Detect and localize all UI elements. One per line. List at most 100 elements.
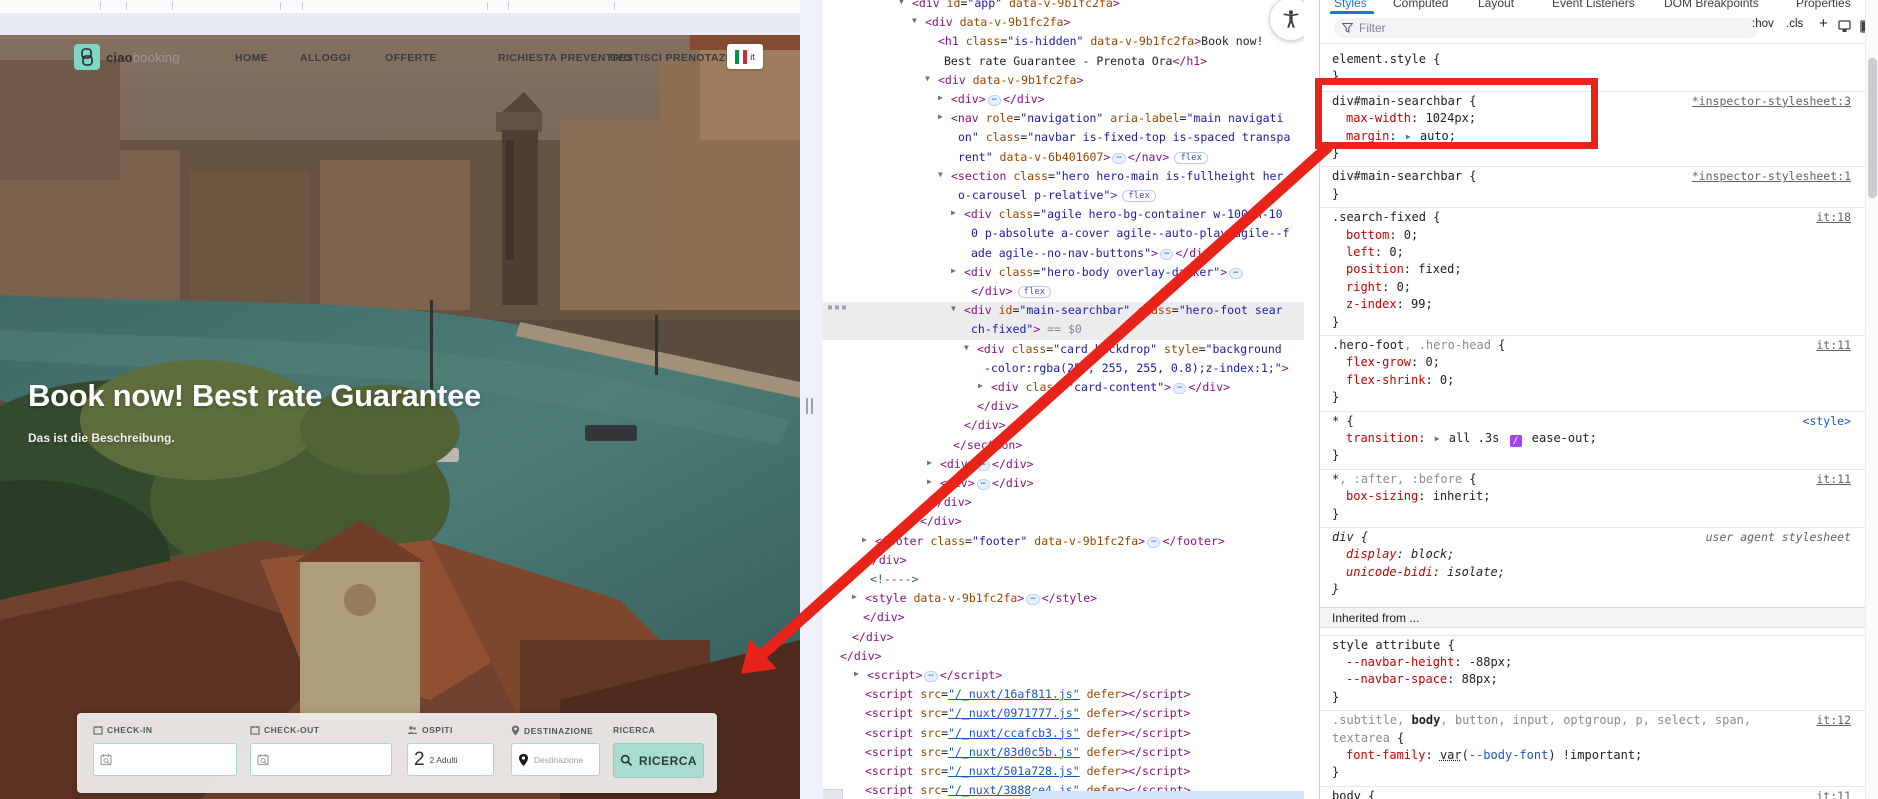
- ospiti-input[interactable]: 2 2 Adulti: [407, 743, 494, 776]
- bottom-scroll-indicator[interactable]: [1030, 791, 1304, 799]
- expand-arrow-icon[interactable]: ▶: [938, 112, 943, 121]
- dom-tree-row[interactable]: </div>: [823, 552, 1304, 571]
- checkin-input[interactable]: [93, 743, 237, 776]
- stylesheet-source-link[interactable]: it:11: [1816, 472, 1851, 486]
- css-rule[interactable]: div {display: block; unicode-bidi: isolat…: [1320, 527, 1865, 602]
- css-rule[interactable]: .subtitle, body, button, input, optgroup…: [1320, 710, 1865, 785]
- dom-tree-row[interactable]: -color:rgba(255, 255, 255, 0.8);z-index:…: [823, 360, 1304, 379]
- styles-scrollbar[interactable]: [1865, 0, 1878, 799]
- dom-tree-row[interactable]: ▶ <div> ⋯ </div>: [823, 91, 1304, 110]
- css-rule[interactable]: .search-fixed {bottom: 0; left: 0; positio…: [1320, 207, 1865, 334]
- expand-arrow-icon[interactable]: ▶: [862, 535, 867, 544]
- splitter-handle[interactable]: [806, 398, 816, 414]
- code-segment[interactable]: "/_nuxt/0971777.js": [948, 706, 1080, 720]
- code-segment[interactable]: "/_nuxt/ccafcb3.js": [948, 726, 1080, 740]
- dom-tree-row[interactable]: </section>: [823, 437, 1304, 456]
- tab-styles[interactable]: Styles: [1334, 0, 1367, 10]
- code-segment[interactable]: "/_nuxt/16af811.js": [948, 687, 1080, 701]
- collapsed-content-ellipsis[interactable]: ⋯: [1159, 248, 1174, 260]
- collapsed-content-ellipsis[interactable]: ⋯: [924, 671, 938, 682]
- page-scrollbar-strip[interactable]: [800, 0, 824, 799]
- css-rule[interactable]: * {transition: ▶ all .3s / ease-out;} <st…: [1320, 410, 1865, 468]
- selected-row-menu-dots[interactable]: ▪▪▪: [827, 302, 848, 313]
- toggle-class-button[interactable]: .cls: [1786, 18, 1803, 30]
- elements-tree-panel[interactable]: ▼ <div id="app" data-v-9b1fc2fa> ▼ <div dat…: [823, 0, 1304, 799]
- styles-filter-input[interactable]: Filter: [1334, 18, 1759, 38]
- toggle-hover-state-button[interactable]: :hov: [1752, 18, 1774, 30]
- stylesheet-source-link[interactable]: it:11: [1816, 789, 1851, 799]
- dom-tree-row[interactable]: rent" data-v-6b401607> ⋯ </nav> flex: [823, 149, 1304, 168]
- dom-tree-row[interactable]: ▪▪▪ ▼ <div id="main-searchbar" class="hero…: [823, 302, 1304, 322]
- dom-tree-row[interactable]: ▼ <div data-v-9b1fc2fa>: [823, 72, 1304, 91]
- dom-tree-row[interactable]: ▼ <div data-v-9b1fc2fa>: [823, 14, 1304, 33]
- tab-computed[interactable]: Computed: [1393, 0, 1448, 10]
- stylesheet-source-link[interactable]: <style>: [1803, 414, 1851, 428]
- rendering-emulation-icon[interactable]: [1838, 20, 1851, 33]
- expand-arrow-icon[interactable]: ▶: [854, 669, 859, 678]
- collapse-arrow-icon[interactable]: ▼: [938, 170, 943, 179]
- checkout-input[interactable]: [250, 743, 392, 776]
- expand-arrow-icon[interactable]: ▶: [852, 592, 857, 601]
- expand-arrow-icon[interactable]: ▶: [927, 458, 932, 467]
- dom-tree-row[interactable]: <script src="/_nuxt/83d0c5b.js" defer></…: [823, 744, 1304, 763]
- dom-tree-row[interactable]: ▶ <footer class="footer" data-v-9b1fc2fa>…: [823, 533, 1304, 552]
- dom-tree-row[interactable]: ▼ <div id="app" data-v-9b1fc2fa>: [823, 0, 1304, 14]
- dom-tree-row[interactable]: Best rate Guarantee - Prenota Ora</h1>: [823, 53, 1304, 72]
- stylesheet-source-link[interactable]: *inspector-stylesheet:3: [1692, 94, 1851, 108]
- destinazione-input[interactable]: Destinazione: [511, 743, 600, 776]
- collapse-arrow-icon[interactable]: ▼: [951, 304, 956, 313]
- dom-tree-row[interactable]: ▶ <script> ⋯ </script>: [823, 667, 1304, 686]
- css-rule[interactable]: .hero-foot, .hero-head {flex-grow: 0; fle…: [1320, 335, 1865, 410]
- dom-tree-row[interactable]: <script src="/_nuxt/0971777.js" defer></…: [823, 705, 1304, 724]
- css-rule[interactable]: style attribute {--navbar-height: -88px;…: [1320, 634, 1865, 710]
- expand-shorthand-arrow[interactable]: ▶: [1404, 132, 1413, 141]
- flex-badge[interactable]: flex: [1122, 190, 1156, 202]
- tab-dom-breakpoints[interactable]: DOM Breakpoints: [1664, 0, 1759, 10]
- collapsed-content-ellipsis[interactable]: ⋯: [1026, 594, 1040, 606]
- dom-tree-row[interactable]: ade agile--no-nav-buttons"> ⋯ </div>: [823, 245, 1304, 264]
- dom-tree-row[interactable]: ▶ <div class="agile hero-bg-container w-1…: [823, 206, 1304, 225]
- tab-properties[interactable]: Properties: [1796, 0, 1851, 10]
- collapsed-content-ellipsis[interactable]: ⋯: [1147, 536, 1161, 548]
- code-segment[interactable]: "/_nuxt/501a728.js": [948, 764, 1080, 778]
- css-rule[interactable]: div#main-searchbar {max-width: 1024px; ma…: [1320, 90, 1865, 166]
- dom-tree-row[interactable]: </div>: [823, 398, 1304, 417]
- ricerca-button[interactable]: RICERCA: [613, 743, 704, 778]
- tab-event-listeners[interactable]: Event Listeners: [1552, 0, 1635, 10]
- css-rule[interactable]: *, :after, :before {box-sizing: inherit;…: [1320, 468, 1865, 526]
- collapse-arrow-icon[interactable]: ▼: [899, 0, 904, 6]
- scrollbar-thumb[interactable]: [1868, 58, 1877, 198]
- new-style-rule-button[interactable]: +: [1819, 15, 1828, 32]
- collapsed-content-ellipsis[interactable]: ⋯: [976, 479, 991, 490]
- collapsed-content-ellipsis[interactable]: ⋯: [1173, 383, 1187, 394]
- dom-tree-row[interactable]: <script src="/_nuxt/16af811.js" defer></…: [823, 686, 1304, 705]
- dom-tree-row[interactable]: ▶ <style data-v-9b1fc2fa> ⋯ </style>: [823, 590, 1304, 609]
- expand-arrow-icon[interactable]: ▶: [927, 477, 932, 486]
- dom-tree-row[interactable]: </div>: [823, 609, 1304, 628]
- language-selector[interactable]: it: [727, 44, 763, 69]
- collapsed-content-ellipsis[interactable]: ⋯: [976, 459, 991, 471]
- dom-tree-row[interactable]: ▼ <div class="card backdrop" style="backg…: [823, 341, 1304, 360]
- nav-link-offerte[interactable]: OFFERTE: [385, 52, 437, 64]
- collapsed-content-ellipsis[interactable]: ⋯: [1229, 267, 1243, 279]
- dom-tree-row[interactable]: 0 p-absolute a-cover agile--auto-play ag…: [823, 225, 1304, 244]
- stylesheet-source-link[interactable]: *inspector-stylesheet:1: [1692, 169, 1851, 183]
- easing-editor-icon[interactable]: /: [1509, 434, 1522, 447]
- code-segment[interactable]: "/_nuxt/83d0c5b.js": [948, 745, 1080, 759]
- dom-tree-row[interactable]: </div> flex: [823, 283, 1304, 302]
- dom-tree-row[interactable]: ▼ <section class="hero hero-main is-fullh…: [823, 168, 1304, 187]
- dom-tree-row[interactable]: ▶ <nav role="navigation" aria-label="main…: [823, 110, 1304, 129]
- expand-shorthand-arrow[interactable]: ▶: [1433, 434, 1442, 443]
- dom-tree-row[interactable]: <!---->: [823, 571, 1304, 590]
- dom-tree-row[interactable]: <script src="/_nuxt/501a728.js" defer></…: [823, 763, 1304, 782]
- css-rule[interactable]: body {color: #4a4a4a;font-size: 1em;it:1…: [1320, 785, 1865, 799]
- tab-layout[interactable]: Layout: [1478, 0, 1514, 10]
- collapse-arrow-icon[interactable]: ▼: [912, 16, 917, 25]
- collapsed-content-ellipsis[interactable]: ⋯: [1112, 152, 1126, 164]
- css-rule[interactable]: element.style {}: [1320, 50, 1865, 89]
- ciaobooking-logo-icon[interactable]: [74, 44, 100, 70]
- nav-link-home[interactable]: HOME: [235, 52, 268, 64]
- collapsed-content-ellipsis[interactable]: ⋯: [987, 95, 1002, 106]
- dom-tree-row[interactable]: </div>: [823, 629, 1304, 648]
- stylesheet-source-link[interactable]: it:11: [1816, 338, 1851, 352]
